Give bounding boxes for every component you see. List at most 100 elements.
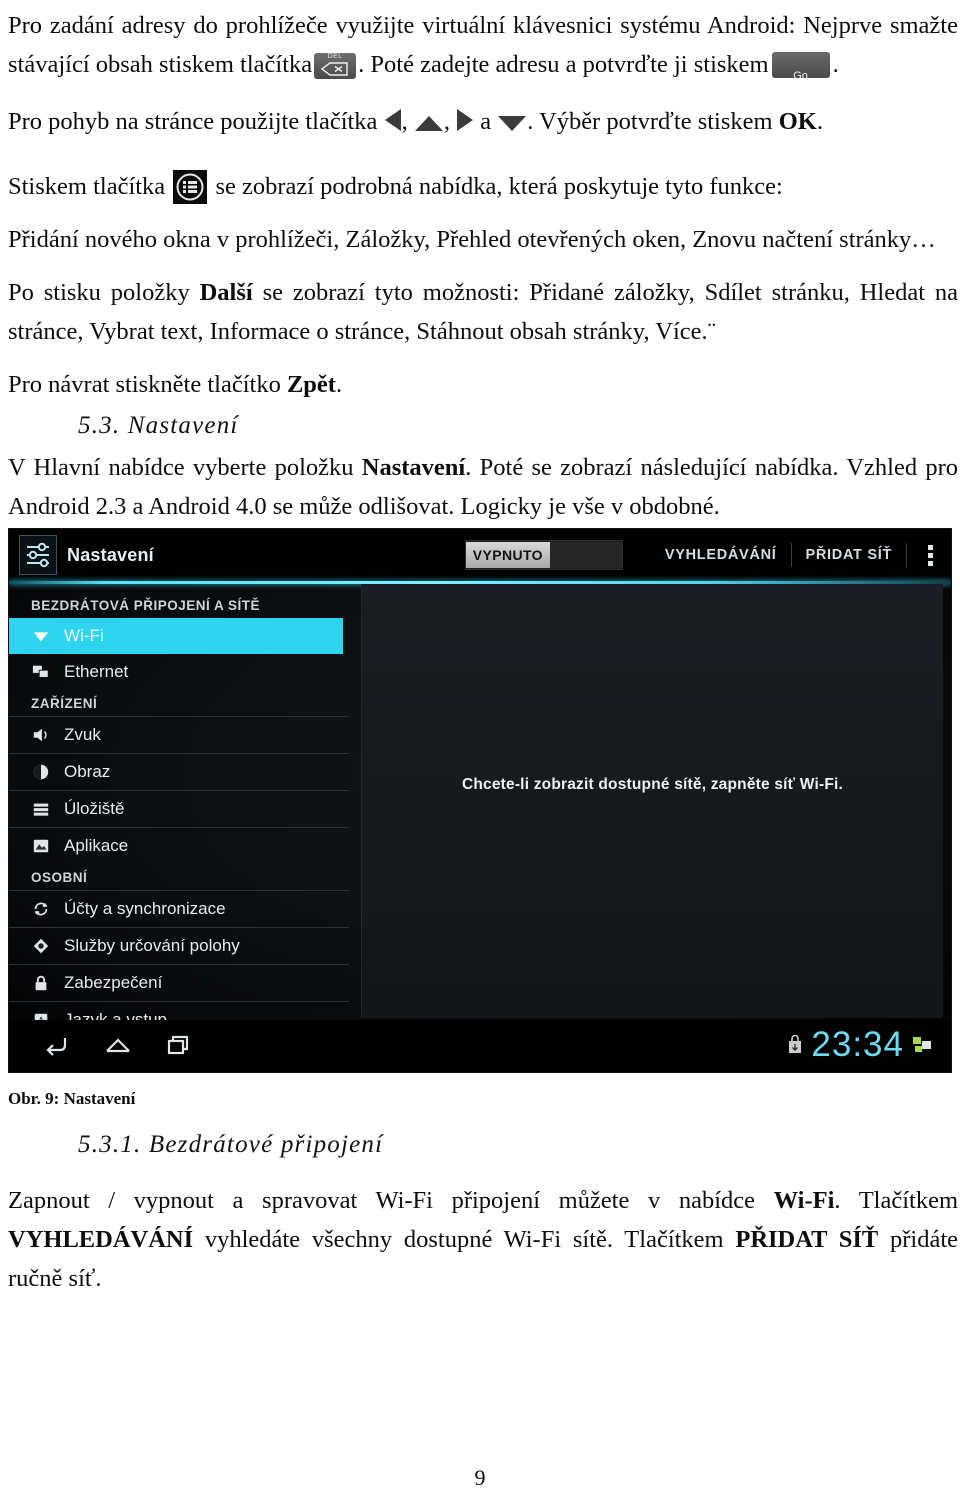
- sidebar-item-label: Ethernet: [64, 662, 129, 681]
- android-settings-screenshot: Nastavení VYPNUTO VYHLEDÁVÁNÍ PŘIDAT SÍŤ: [8, 528, 952, 1073]
- status-clock: 23:34: [811, 1025, 904, 1064]
- arrow-up-icon: [414, 116, 443, 131]
- document-page: Pro zadání adresy do prohlížeče využijte…: [0, 0, 960, 1511]
- paragraph-navigation: Pro pohyb na stránce použijte tlačítka ,…: [8, 102, 958, 141]
- nastaveni-bold-label: Nastavení: [361, 454, 466, 481]
- paragraph-menu-button: Stiskem tlačítka se zobrazí podrobná nab…: [8, 167, 958, 206]
- display-icon: [31, 762, 51, 782]
- ethernet-icon: [31, 662, 51, 682]
- sidebar-item-label: Úložiště: [64, 799, 125, 818]
- navigation-buttons: [41, 1030, 195, 1060]
- settings-sidebar: BEZDRÁTOVÁ PŘIPOJENÍ A SÍTĚ Wi-Fi Ethern…: [9, 592, 349, 1038]
- paragraph-text: Pro návrat stiskněte tlačítko: [8, 371, 281, 398]
- paragraph-text: V Hlavní nabídce vyberte položku: [8, 454, 354, 481]
- backspace-key-icon: DEL: [314, 53, 357, 79]
- settings-sliders-icon: [19, 535, 57, 575]
- sidebar-item-security[interactable]: Zabezpečení: [9, 964, 349, 1001]
- conjunction-a: a: [480, 108, 492, 135]
- ok-bold-label: OK: [778, 108, 817, 135]
- action-bar-title: Nastavení: [67, 544, 154, 565]
- comma-1: ,: [401, 108, 408, 135]
- lock-icon: [31, 973, 51, 993]
- wifi-toggle-switch[interactable]: VYPNUTO: [464, 540, 623, 570]
- sidebar-item-accounts-sync[interactable]: Účty a synchronizace: [9, 890, 349, 927]
- sidebar-group-label-wireless: BEZDRÁTOVÁ PŘIPOJENÍ A SÍTĚ: [31, 598, 261, 613]
- arrow-down-icon: [498, 116, 527, 131]
- paragraph-text-end: .: [832, 51, 839, 78]
- toggle-knob[interactable]: VYPNUTO: [465, 542, 550, 568]
- wifi-bold-label: Wi-Fi: [773, 1187, 835, 1214]
- apps-icon: [31, 836, 51, 856]
- sidebar-group-label-personal: OSOBNÍ: [31, 870, 88, 885]
- system-navigation-bar: 23:34: [9, 1020, 951, 1072]
- sidebar-item-apps[interactable]: Aplikace: [9, 827, 349, 864]
- sidebar-item-sound[interactable]: Zvuk: [9, 716, 349, 753]
- overflow-menu-icon[interactable]: [917, 544, 943, 566]
- sidebar-item-label: Služby určování polohy: [64, 936, 240, 955]
- wifi-detail-panel: Chcete-li zobrazit dostupné sítě, zapnět…: [361, 584, 943, 1018]
- paragraph-text: Po stisku položky: [8, 279, 190, 306]
- sidebar-item-label: Obraz: [64, 762, 111, 781]
- sidebar-item-label: Zvuk: [64, 725, 101, 744]
- paragraph-text-cont: se zobrazí podrobná nabídka, která posky…: [215, 173, 783, 200]
- paragraph-text-cont: . Výběr potvrďte stiskem: [527, 108, 773, 135]
- screenshot-surface: Nastavení VYPNUTO VYHLEDÁVÁNÍ PŘIDAT SÍŤ: [9, 529, 951, 1072]
- paragraph-text-cont: . Tlačítkem: [834, 1187, 959, 1214]
- paragraph-more-options: Po stisku položky Další se zobrazí tyto …: [8, 273, 958, 351]
- sidebar-item-storage[interactable]: Úložiště: [9, 790, 349, 827]
- paragraph-text-end: .: [335, 371, 343, 398]
- zpet-bold-label: Zpět: [286, 371, 336, 398]
- sidebar-item-label: Aplikace: [64, 836, 129, 855]
- dalsi-bold-label: Další: [199, 279, 253, 306]
- sidebar-item-label: Wi-Fi: [64, 626, 104, 645]
- heading-5-3-1: 5.3.1. Bezdrátové připojení: [78, 1131, 384, 1158]
- home-icon[interactable]: [103, 1030, 133, 1060]
- arrow-left-icon: [384, 109, 401, 131]
- toggle-track: [549, 542, 622, 568]
- sidebar-item-display[interactable]: Obraz: [9, 753, 349, 790]
- scan-button[interactable]: VYHLEDÁVÁNÍ: [651, 547, 791, 563]
- sidebar-item-location[interactable]: Služby určování polohy: [9, 927, 349, 964]
- add-network-button[interactable]: PŘIDAT SÍŤ: [792, 547, 906, 563]
- menu-key-icon: [173, 170, 208, 204]
- heading-5-3: 5.3. Nastavení: [78, 412, 239, 439]
- wifi-icon: [31, 626, 51, 646]
- action-bar-controls: VYPNUTO VYHLEDÁVÁNÍ PŘIDAT SÍŤ: [464, 537, 943, 573]
- del-key-label: DEL: [327, 53, 343, 60]
- usb-lock-icon: [788, 1034, 802, 1055]
- settings-action-bar: Nastavení VYPNUTO VYHLEDÁVÁNÍ PŘIDAT SÍŤ: [9, 529, 951, 581]
- page-number: 9: [474, 1465, 486, 1490]
- paragraph-menu-functions: Přidání nového okna v prohlížeči, Záložk…: [8, 226, 936, 253]
- paragraph-text: Zapnout / vypnout a spravovat Wi-Fi přip…: [8, 1187, 755, 1214]
- arrow-right-icon: [457, 109, 474, 131]
- paragraph-settings-intro: V Hlavní nabídce vyberte položku Nastave…: [8, 448, 958, 526]
- sidebar-item-ethernet[interactable]: Ethernet: [9, 654, 349, 690]
- sidebar-item-label: Zabezpečení: [64, 973, 163, 992]
- back-icon[interactable]: [41, 1030, 71, 1060]
- storage-icon: [31, 799, 51, 819]
- sidebar-item-wifi[interactable]: Wi-Fi: [9, 618, 343, 654]
- paragraph-text-cont: . Poté zadejte adresu a potvrďte ji stis…: [358, 51, 769, 78]
- add-network-bold-label: PŘIDAT SÍŤ: [735, 1226, 879, 1253]
- paragraph-address-entry: Pro zadání adresy do prohlížeče využijte…: [8, 6, 958, 84]
- scan-bold-label: VYHLEDÁVÁNÍ: [8, 1226, 194, 1253]
- status-area: 23:34: [788, 1026, 933, 1064]
- sync-icon: [31, 899, 51, 919]
- recents-icon[interactable]: [165, 1030, 195, 1060]
- paragraph-text: Stiskem tlačítka: [8, 173, 166, 200]
- paragraph-text-cont2: vyhledáte všechny dostupné Wi-Fi sítě. T…: [204, 1226, 724, 1253]
- figure-caption: Obr. 9: Nastavení: [8, 1089, 136, 1108]
- network-icon: [913, 1036, 933, 1054]
- action-divider: [906, 543, 907, 567]
- settings-content: BEZDRÁTOVÁ PŘIPOJENÍ A SÍTĚ Wi-Fi Ethern…: [9, 584, 951, 1029]
- comma-2: ,: [443, 108, 450, 135]
- sidebar-item-label: Účty a synchronizace: [64, 899, 226, 918]
- sound-icon: [31, 725, 51, 745]
